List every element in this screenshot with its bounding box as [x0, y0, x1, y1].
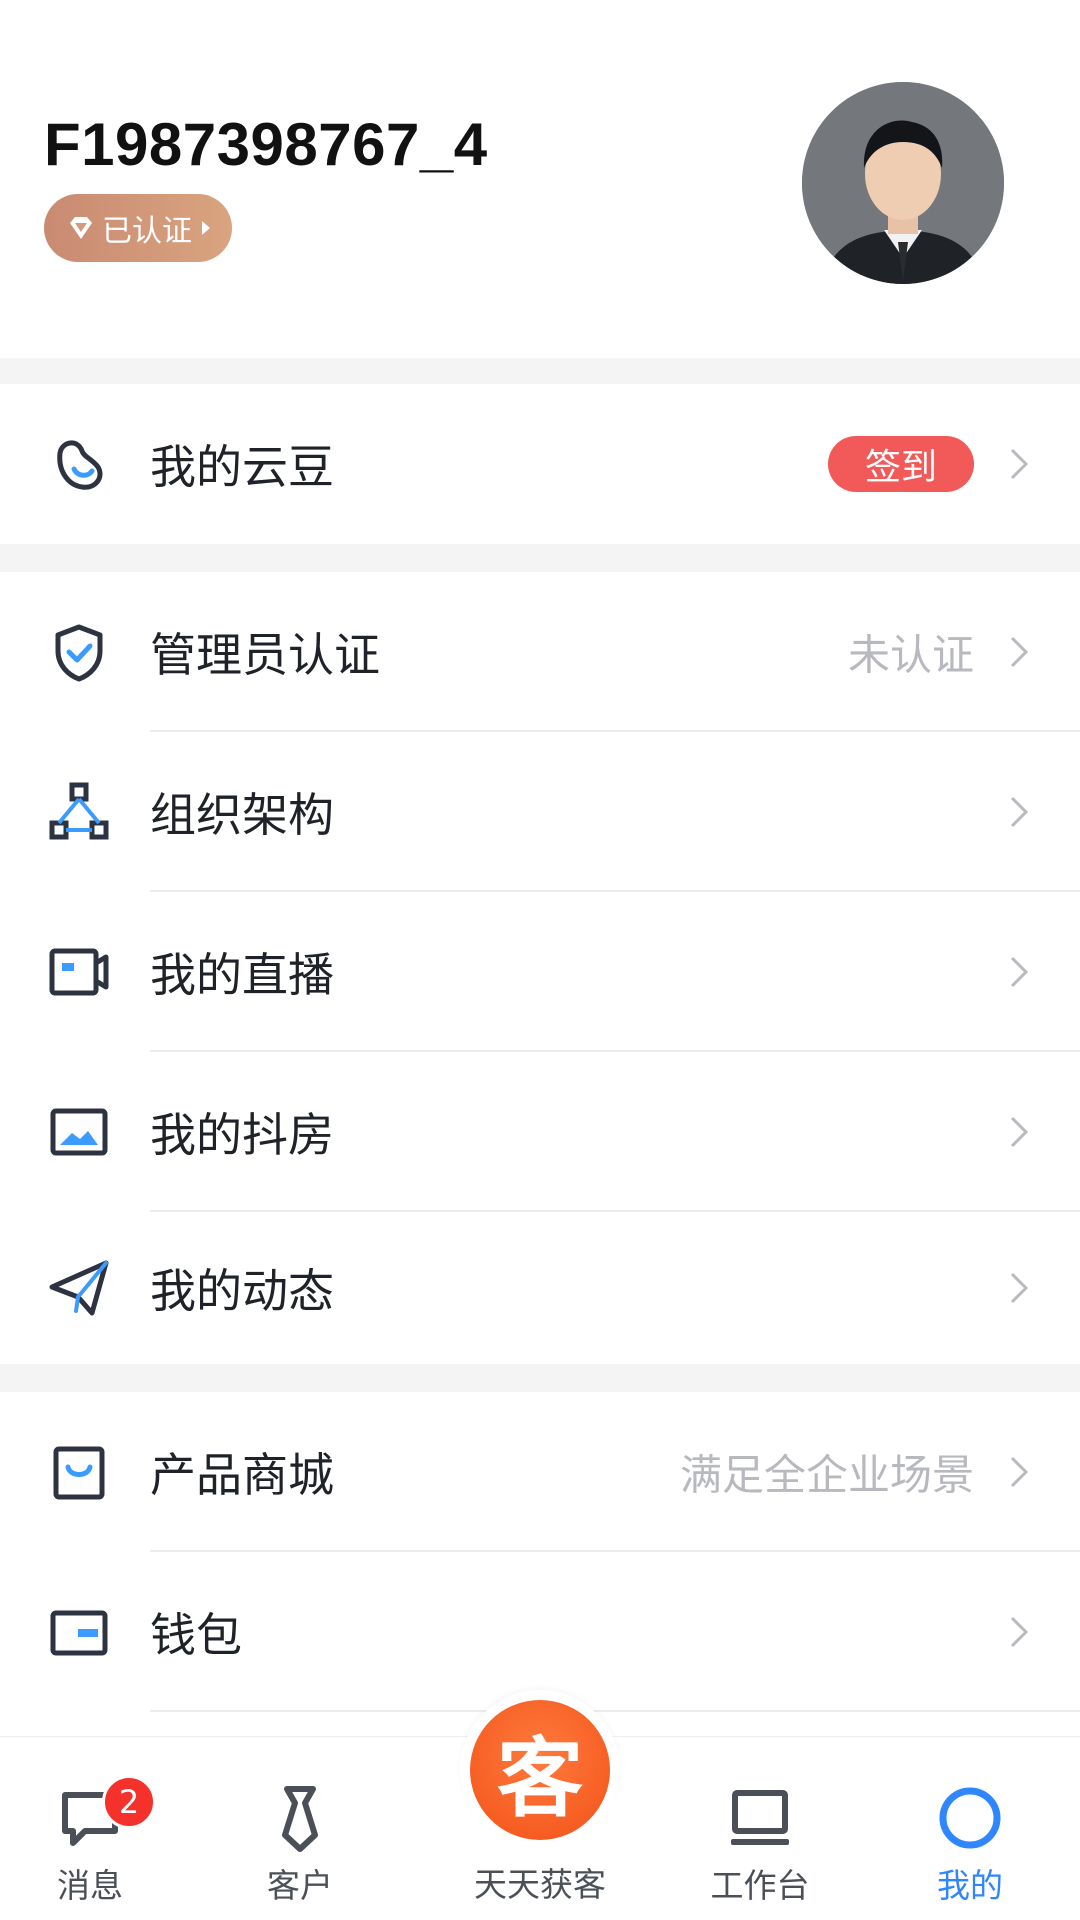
tab-label: 消息: [57, 1866, 123, 1905]
center-action-button[interactable]: 客: [470, 1700, 610, 1840]
section-gap: [0, 544, 1080, 572]
shopping-bag-icon: [53, 1446, 105, 1500]
menu-label: 钱包: [150, 1608, 242, 1662]
menu-item-shop[interactable]: 产品商城 满足全企业场景: [0, 1392, 1080, 1552]
menu-item-admin-cert[interactable]: 管理员认证 未认证: [0, 572, 1080, 732]
menu-label: 我的直播: [150, 948, 334, 1002]
verified-badge[interactable]: 已认证: [44, 194, 232, 262]
profile-header: F1987398767_4 已认证: [0, 0, 1080, 358]
chevron-right-icon: [1010, 1456, 1029, 1488]
tab-label: 我的: [937, 1866, 1003, 1905]
tie-icon: [282, 1786, 318, 1852]
tab-messages[interactable]: 2 消息: [10, 1737, 170, 1920]
menu-label: 组织架构: [150, 788, 334, 842]
chevron-right-icon: [1010, 1616, 1029, 1648]
shop-subtitle: 满足全企业场景: [679, 1450, 974, 1500]
menu-item-org[interactable]: 组织架构: [0, 732, 1080, 892]
username: F1987398767_4: [44, 111, 488, 178]
wallet-icon: [50, 1610, 108, 1656]
menu-item-live[interactable]: 我的直播: [0, 892, 1080, 1052]
bean-icon: [57, 440, 103, 490]
diamond-icon: [70, 217, 92, 239]
tab-me[interactable]: 我的: [890, 1737, 1050, 1920]
chevron-right-icon: [1010, 956, 1029, 988]
center-action-wrap: 客: [460, 1690, 620, 1850]
ring-icon: [939, 1787, 1001, 1849]
avatar[interactable]: [802, 82, 1004, 284]
chevron-right-icon: [1010, 636, 1029, 668]
org-chart-icon: [49, 782, 109, 840]
menu-label: 我的动态: [150, 1264, 334, 1318]
tab-customers[interactable]: 客户: [220, 1737, 380, 1920]
menu-item-yundou[interactable]: 我的云豆 签到: [0, 384, 1080, 544]
avatar-photo: [802, 82, 1004, 284]
menu-label: 管理员认证: [150, 628, 380, 682]
chevron-right-icon: [1010, 1116, 1029, 1148]
menu-label: 我的云豆: [150, 440, 334, 494]
laptop-icon: [731, 1790, 789, 1845]
chevron-right-icon: [1010, 796, 1029, 828]
menu-item-wallet[interactable]: 钱包: [0, 1552, 1080, 1712]
shield-check-icon: [55, 624, 103, 682]
paper-plane-icon: [49, 1260, 109, 1316]
section-gap: [0, 1364, 1080, 1392]
menu-label: 产品商城: [150, 1448, 334, 1502]
arrow-right-icon: [202, 221, 210, 235]
tab-workbench[interactable]: 工作台: [680, 1737, 840, 1920]
center-action-label[interactable]: 天天获客: [440, 1858, 640, 1906]
image-icon: [50, 1108, 108, 1156]
tab-label: 客户: [267, 1866, 333, 1905]
chevron-right-icon: [1010, 1272, 1029, 1304]
chevron-right-icon: [1010, 448, 1029, 480]
verified-label: 已认证: [102, 214, 192, 249]
tab-label: 工作台: [710, 1866, 810, 1905]
section-gap: [0, 358, 1080, 384]
menu-label: 我的抖房: [150, 1108, 334, 1162]
unread-badge: 2: [102, 1775, 156, 1829]
admin-cert-status: 未认证: [847, 630, 974, 680]
checkin-button[interactable]: 签到: [828, 436, 974, 492]
menu-item-doufang[interactable]: 我的抖房: [0, 1052, 1080, 1212]
menu-item-moments[interactable]: 我的动态: [0, 1212, 1080, 1364]
me-page: F1987398767_4 已认证 我的云豆 签到 管理员认证 未认证 组织架构…: [0, 0, 1080, 1920]
divider: [150, 1710, 1080, 1712]
video-camera-icon: [49, 948, 109, 996]
